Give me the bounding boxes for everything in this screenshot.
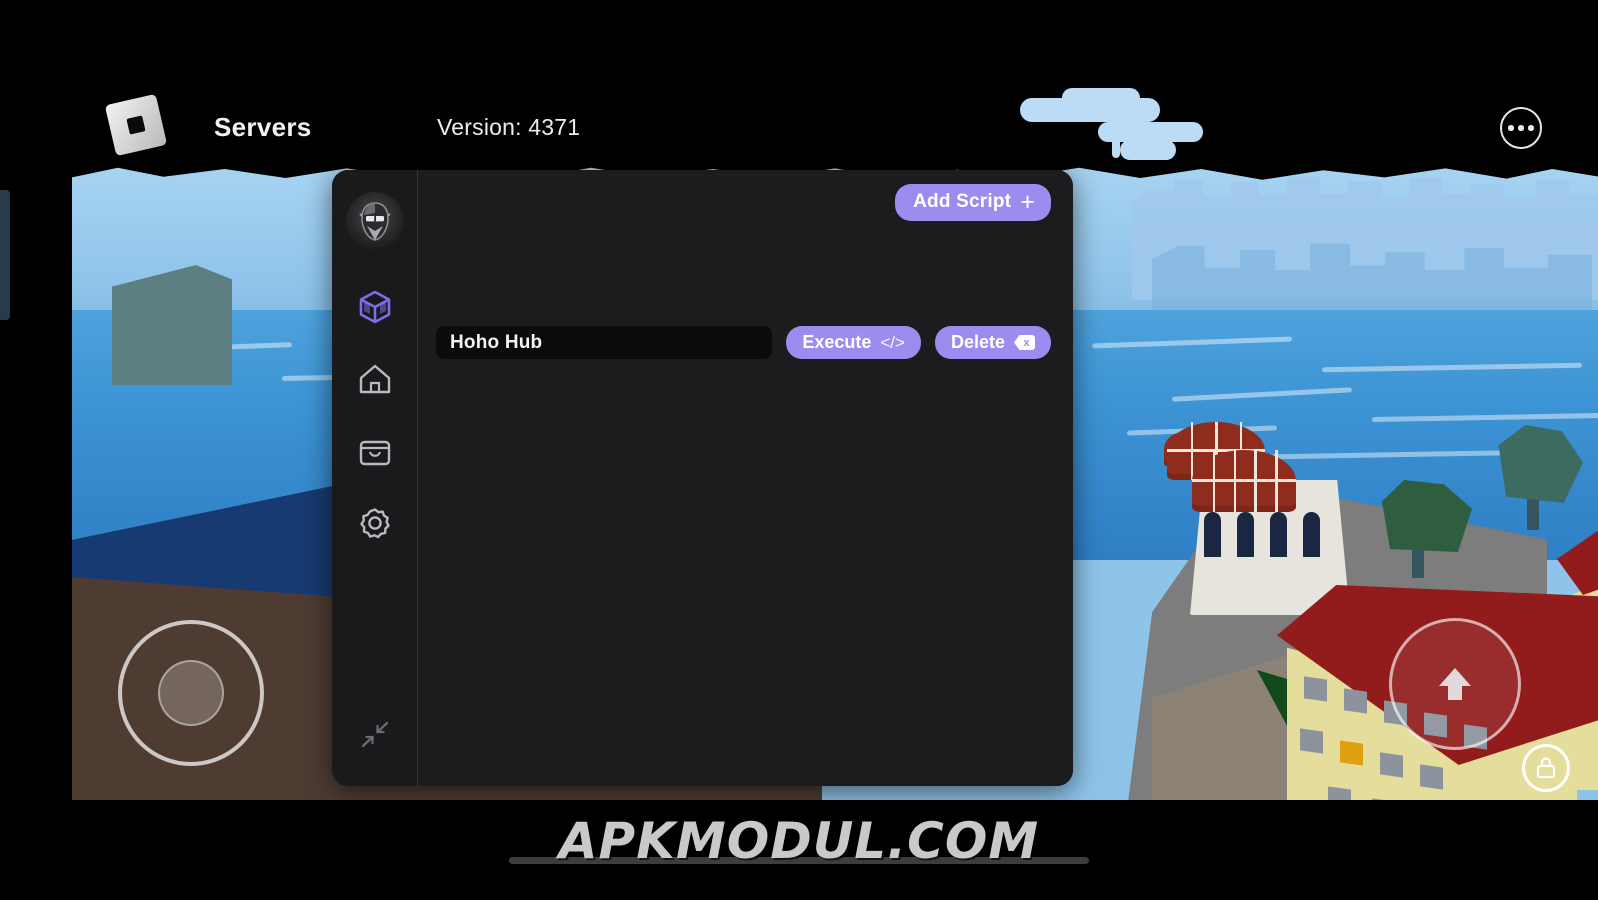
- camera-lock-button[interactable]: [1522, 744, 1570, 792]
- execute-label: Execute: [802, 332, 872, 352]
- building-window: [1304, 676, 1327, 702]
- script-name-input[interactable]: Hoho Hub: [436, 326, 773, 359]
- servers-label: Servers: [214, 112, 312, 142]
- building-dome: [1192, 450, 1296, 512]
- jump-arrow-icon: [1439, 668, 1471, 700]
- building-window: [1237, 512, 1254, 557]
- cloud-shape: [1112, 112, 1120, 158]
- site-watermark: APKMODUL.COM: [558, 812, 1040, 870]
- sidebar-item-home[interactable]: [352, 356, 398, 402]
- cube-script-icon: [359, 290, 390, 324]
- shop-bag-icon: [359, 440, 390, 466]
- script-list-item: Hoho Hub Execute </> Delete x: [436, 326, 1051, 359]
- version-label: Version: 4371: [437, 114, 581, 140]
- gear-settings-icon: [359, 508, 390, 539]
- collapse-inward-icon[interactable]: [355, 714, 395, 754]
- building-window: [1270, 512, 1287, 557]
- building-window: [1380, 752, 1403, 778]
- scenery-block: [112, 265, 232, 385]
- screen-edge-artifact: [0, 190, 10, 320]
- joystick-knob[interactable]: [158, 660, 224, 726]
- building-window: [1328, 786, 1351, 800]
- backspace-delete-icon: x: [1014, 335, 1035, 350]
- jump-button[interactable]: [1389, 618, 1521, 750]
- top-bar: Servers Version: 4371: [0, 0, 1598, 160]
- building-window: [1300, 728, 1323, 754]
- plus-icon: +: [1020, 188, 1035, 216]
- add-script-label: Add Script: [913, 191, 1012, 212]
- sidebar-item-shop[interactable]: [352, 428, 398, 474]
- dot: [1528, 125, 1534, 131]
- building-window: [1303, 512, 1320, 557]
- movement-joystick[interactable]: [118, 620, 264, 766]
- building-window: [1344, 688, 1367, 714]
- building-window: [1204, 512, 1221, 557]
- dot: [1518, 125, 1524, 131]
- building-window-lit: [1340, 740, 1363, 766]
- sidebar-item-scripts[interactable]: [352, 284, 398, 330]
- home-icon: [359, 364, 390, 394]
- building-window: [1420, 764, 1443, 790]
- delete-label: Delete: [950, 332, 1005, 352]
- script-name-value: Hoho Hub: [450, 331, 543, 353]
- cloud-shape: [1062, 88, 1140, 108]
- sidebar-item-settings[interactable]: [352, 500, 398, 546]
- cloud-shape: [1120, 140, 1176, 160]
- executor-main-area: Add Script + Hoho Hub Execute </> Delete…: [418, 170, 1073, 786]
- dot: [1508, 125, 1514, 131]
- add-script-button[interactable]: Add Script +: [895, 184, 1051, 221]
- script-executor-panel: Add Script + Hoho Hub Execute </> Delete…: [332, 170, 1073, 786]
- delete-button[interactable]: Delete x: [934, 326, 1051, 359]
- execute-button[interactable]: Execute </>: [786, 326, 921, 359]
- code-brackets-icon: </>: [880, 332, 905, 352]
- app-screen: Servers Version: 4371 Add Script + Hoho …: [0, 0, 1598, 900]
- camera-lock-icon: [1536, 757, 1556, 779]
- more-options-icon[interactable]: [1500, 107, 1542, 149]
- executor-sidebar: [332, 170, 418, 786]
- ninja-avatar-icon: [345, 192, 404, 250]
